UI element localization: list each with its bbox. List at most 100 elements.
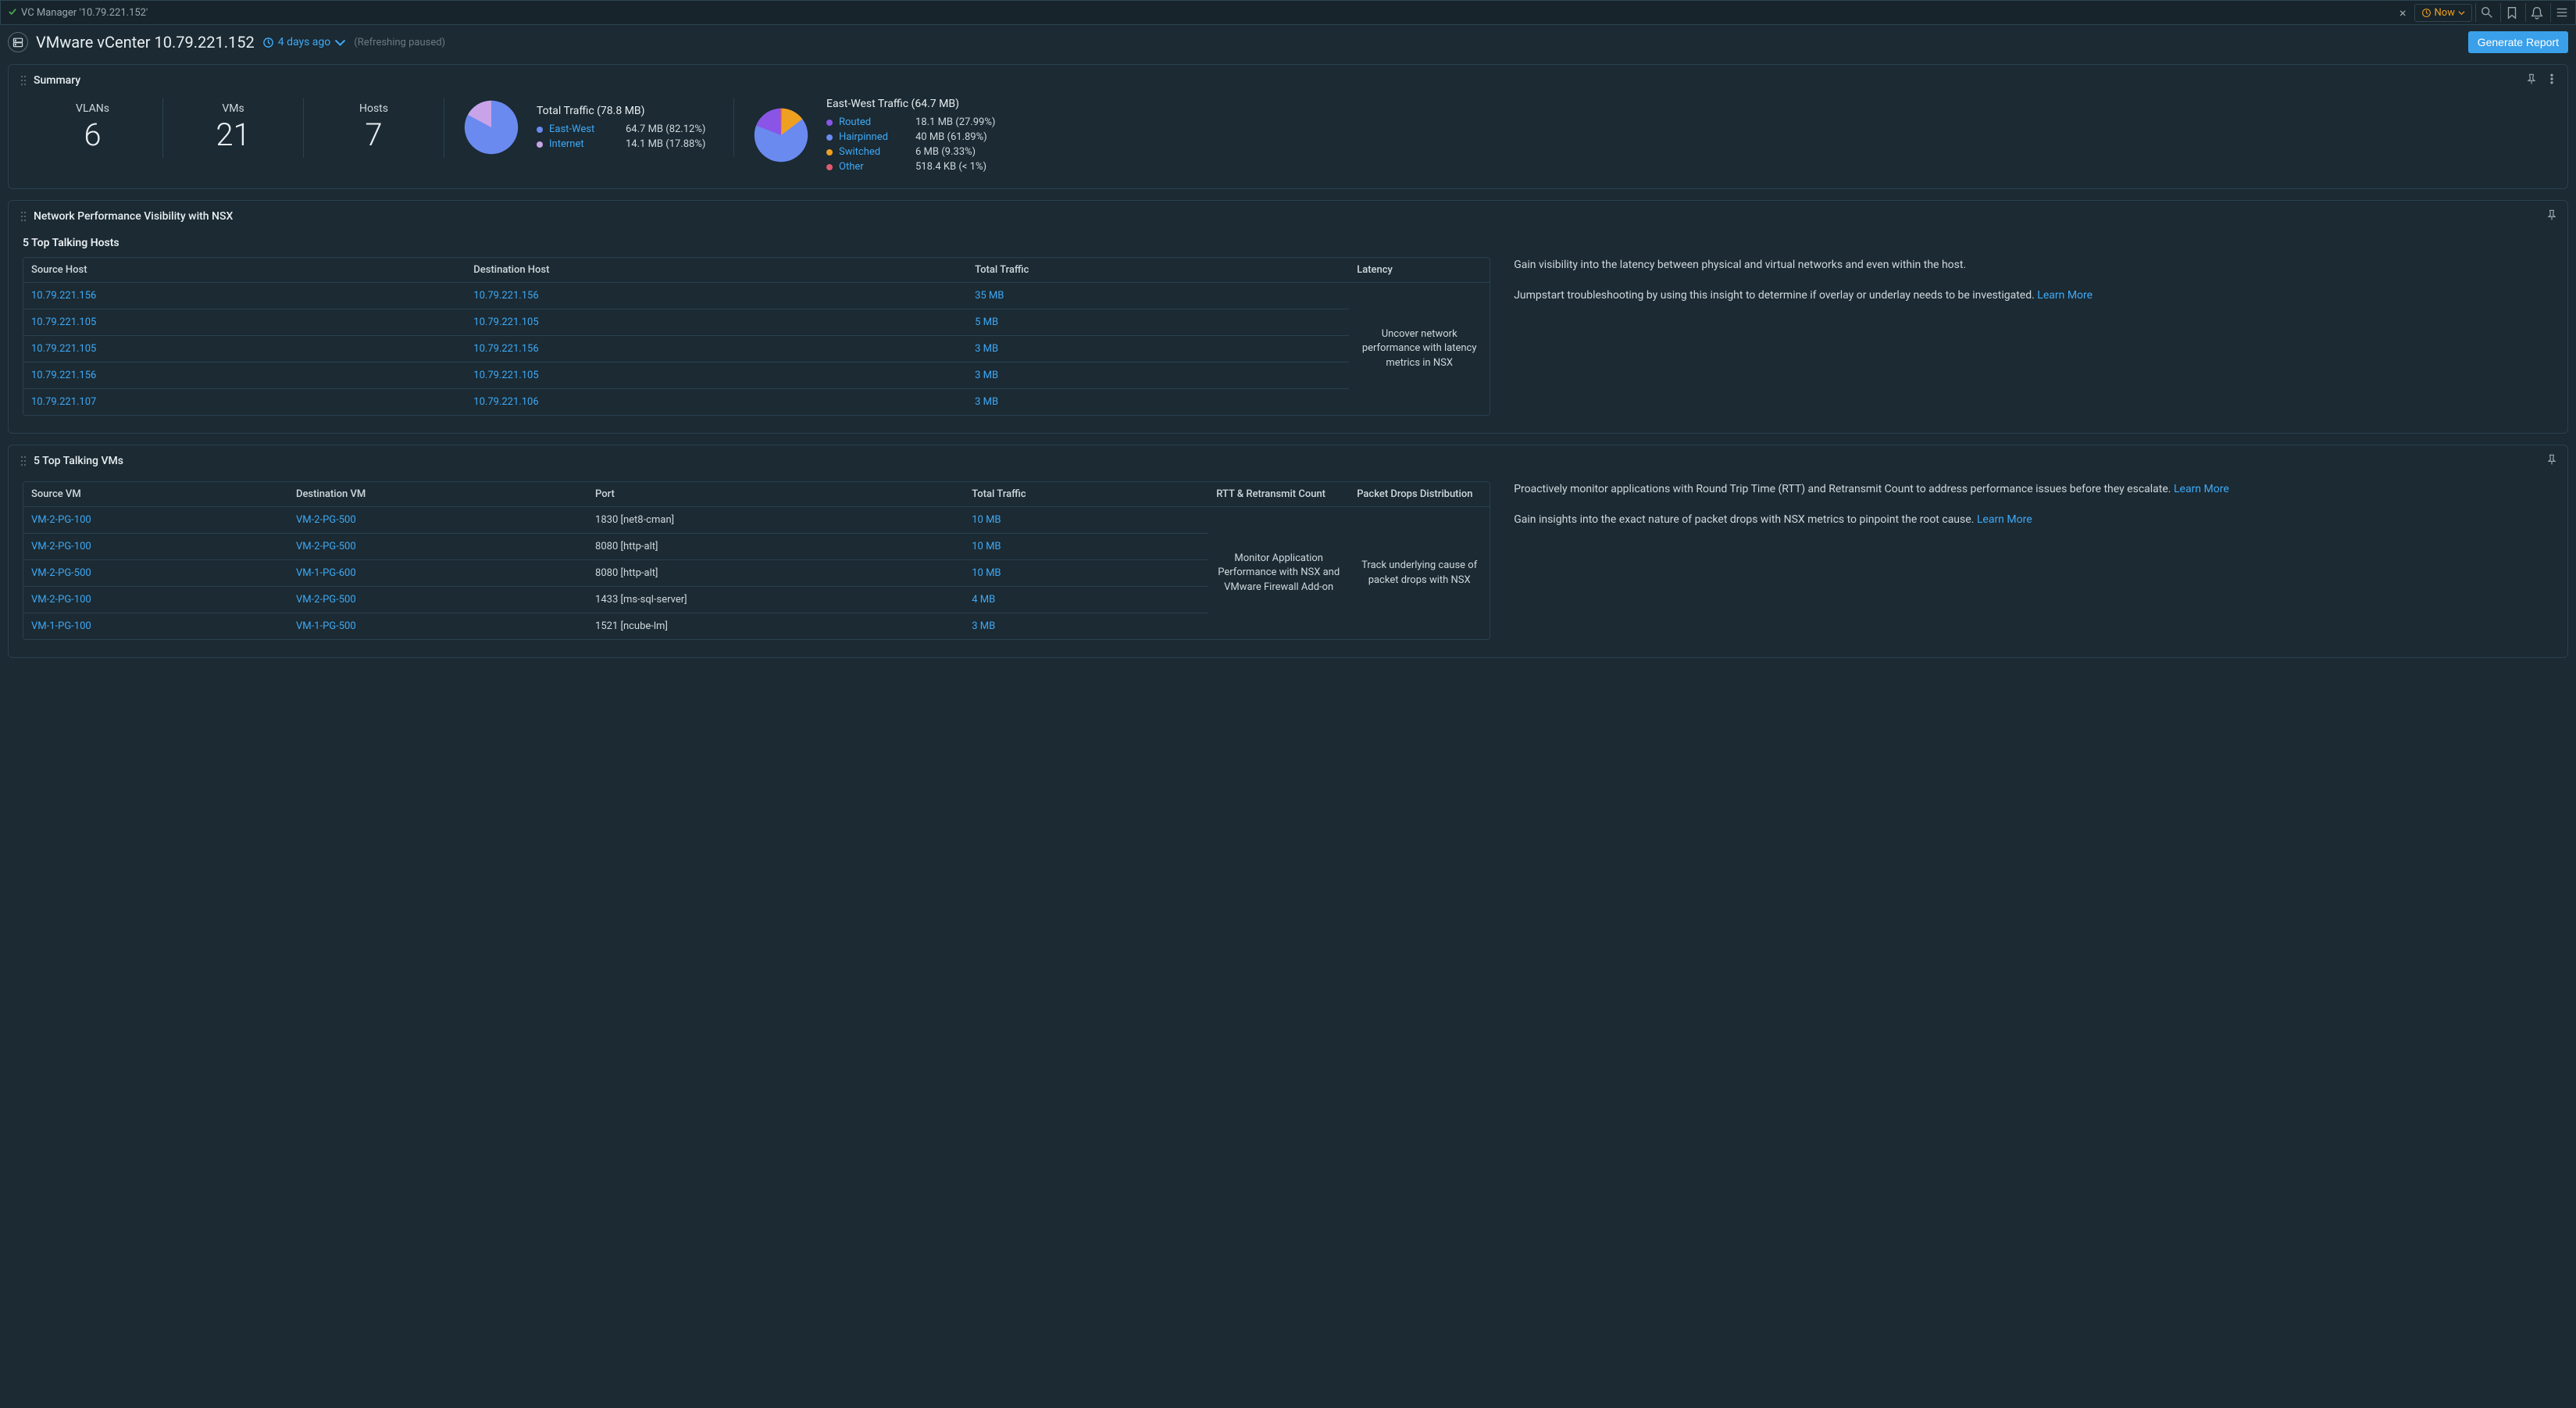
source-host-link[interactable]: 10.79.221.107: [31, 396, 96, 408]
source-vm-link[interactable]: VM-2-PG-100: [31, 514, 91, 526]
legend-label[interactable]: Switched: [839, 146, 909, 158]
dest-vm-link[interactable]: VM-1-PG-500: [296, 620, 356, 632]
top-vms-table: Source VM Destination VM Port Total Traf…: [23, 481, 1490, 640]
col-total-traffic[interactable]: Total Traffic: [964, 482, 1208, 507]
legend-item: East-West 64.7 MB (82.12%): [537, 123, 716, 135]
traffic-link[interactable]: 3 MB: [975, 370, 998, 381]
legend-item: Other 518.4 KB (< 1%): [826, 161, 1006, 173]
page-title: VMware vCenter 10.79.221.152: [36, 33, 255, 52]
col-source-host[interactable]: Source Host: [23, 258, 466, 283]
traffic-link[interactable]: 10 MB: [972, 541, 1001, 552]
dest-host-link[interactable]: 10.79.221.105: [473, 316, 538, 328]
legend-value: 518.4 KB (< 1%): [915, 161, 987, 173]
network-performance-panel: Network Performance Visibility with NSX …: [8, 200, 2568, 434]
legend-label[interactable]: Other: [839, 161, 909, 173]
dest-host-link[interactable]: 10.79.221.105: [473, 370, 538, 381]
dest-host-link[interactable]: 10.79.221.156: [473, 290, 538, 302]
legend-label[interactable]: East-West: [549, 123, 619, 135]
time-ago-label: 4 days ago: [278, 36, 331, 48]
dest-host-link[interactable]: 10.79.221.156: [473, 343, 538, 355]
total-traffic-pie: [462, 98, 521, 157]
col-dest-vm[interactable]: Destination VM: [288, 482, 587, 507]
time-range-now-button[interactable]: Now: [2414, 4, 2472, 22]
vcenter-icon: [8, 32, 28, 52]
vms-stat: VMs 21: [163, 98, 304, 158]
source-vm-link[interactable]: VM-2-PG-500: [31, 567, 91, 579]
source-vm-link[interactable]: VM-1-PG-100: [31, 620, 91, 632]
traffic-link[interactable]: 3 MB: [975, 343, 998, 355]
search-icon[interactable]: [2475, 3, 2497, 22]
dest-vm-link[interactable]: VM-2-PG-500: [296, 541, 356, 552]
legend-label[interactable]: Hairpinned: [839, 131, 909, 143]
traffic-link[interactable]: 4 MB: [972, 594, 995, 606]
drag-handle-icon[interactable]: [20, 75, 27, 86]
legend-label[interactable]: Internet: [549, 138, 619, 150]
col-port[interactable]: Port: [587, 482, 964, 507]
hosts-sub-heading: 5 Top Talking Hosts: [23, 237, 2553, 249]
total-traffic-block: Total Traffic (78.8 MB) East-West64.7 MB…: [444, 98, 734, 157]
col-source-vm[interactable]: Source VM: [23, 482, 288, 507]
col-total-traffic[interactable]: Total Traffic: [967, 258, 1349, 283]
col-drops[interactable]: Packet Drops Distribution: [1349, 482, 1490, 507]
source-vm-link[interactable]: VM-2-PG-100: [31, 541, 91, 552]
dest-vm-link[interactable]: VM-2-PG-500: [296, 514, 356, 526]
topbar: VC Manager '10.79.221.152' × Now: [0, 0, 2576, 25]
page-header: VMware vCenter 10.79.221.152 4 days ago …: [0, 25, 2576, 59]
traffic-link[interactable]: 5 MB: [975, 316, 998, 328]
clear-search-icon[interactable]: ×: [2395, 5, 2411, 20]
traffic-link[interactable]: 35 MB: [975, 290, 1004, 302]
traffic-link[interactable]: 3 MB: [972, 620, 995, 632]
dest-vm-link[interactable]: VM-1-PG-600: [296, 567, 356, 579]
table-row: 10.79.221.107 10.79.221.106 3 MB: [23, 389, 1490, 416]
bookmark-icon[interactable]: [2500, 3, 2522, 22]
source-host-link[interactable]: 10.79.221.105: [31, 343, 96, 355]
table-row: 10.79.221.105 10.79.221.105 5 MB: [23, 309, 1490, 336]
table-row: 10.79.221.156 10.79.221.105 3 MB: [23, 363, 1490, 389]
legend-value: 14.1 MB (17.88%): [626, 138, 705, 150]
source-vm-link[interactable]: VM-2-PG-100: [31, 594, 91, 606]
learn-more-link[interactable]: Learn More: [2037, 289, 2093, 302]
pin-icon[interactable]: [2525, 73, 2538, 88]
more-icon[interactable]: [2546, 73, 2558, 88]
refresh-status: (Refreshing paused): [354, 37, 445, 48]
top-talking-vms-panel: 5 Top Talking VMs Source VM Destination …: [8, 445, 2568, 658]
now-label: Now: [2435, 7, 2455, 19]
panel-title: Summary: [34, 74, 80, 87]
source-host-link[interactable]: 10.79.221.156: [31, 290, 96, 302]
pin-icon[interactable]: [2546, 453, 2558, 469]
drops-note: Track underlying cause of packet drops w…: [1349, 507, 1490, 640]
source-host-link[interactable]: 10.79.221.156: [31, 370, 96, 381]
bell-icon[interactable]: [2525, 3, 2547, 22]
learn-more-link[interactable]: Learn More: [2174, 483, 2229, 495]
legend-label[interactable]: Routed: [839, 116, 909, 128]
learn-more-link[interactable]: Learn More: [1977, 513, 2032, 526]
generate-report-button[interactable]: Generate Report: [2468, 31, 2568, 53]
legend-item: Internet 14.1 MB (17.88%): [537, 138, 716, 150]
port-cell: 8080 [http-alt]: [587, 534, 964, 560]
traffic-link[interactable]: 10 MB: [972, 514, 1001, 526]
network-side-text: Gain visibility into the latency between…: [1514, 257, 2553, 318]
col-rtt[interactable]: RTT & Retransmit Count: [1208, 482, 1349, 507]
col-latency[interactable]: Latency: [1349, 258, 1490, 283]
port-cell: 1521 [ncube-lm]: [587, 613, 964, 640]
search-area[interactable]: VC Manager '10.79.221.152': [4, 3, 2392, 22]
port-cell: 1830 [net8-cman]: [587, 507, 964, 534]
port-cell: 8080 [http-alt]: [587, 560, 964, 587]
drag-handle-icon[interactable]: [20, 211, 27, 222]
dest-vm-link[interactable]: VM-2-PG-500: [296, 594, 356, 606]
menu-icon[interactable]: [2550, 3, 2572, 22]
legend-dot-icon: [826, 120, 833, 126]
traffic-link[interactable]: 3 MB: [975, 396, 998, 408]
drag-handle-icon[interactable]: [20, 456, 27, 466]
vm-side-text: Proactively monitor applications with Ro…: [1514, 481, 2553, 542]
pin-icon[interactable]: [2546, 209, 2558, 224]
col-dest-host[interactable]: Destination Host: [466, 258, 967, 283]
source-host-link[interactable]: 10.79.221.105: [31, 316, 96, 328]
latency-note: Uncover network performance with latency…: [1349, 283, 1490, 416]
dest-host-link[interactable]: 10.79.221.106: [473, 396, 538, 408]
traffic-link[interactable]: 10 MB: [972, 567, 1001, 579]
legend-value: 64.7 MB (82.12%): [626, 123, 705, 135]
legend-dot-icon: [826, 164, 833, 170]
legend-value: 40 MB (61.89%): [915, 131, 987, 143]
time-ago-selector[interactable]: 4 days ago: [262, 36, 347, 48]
